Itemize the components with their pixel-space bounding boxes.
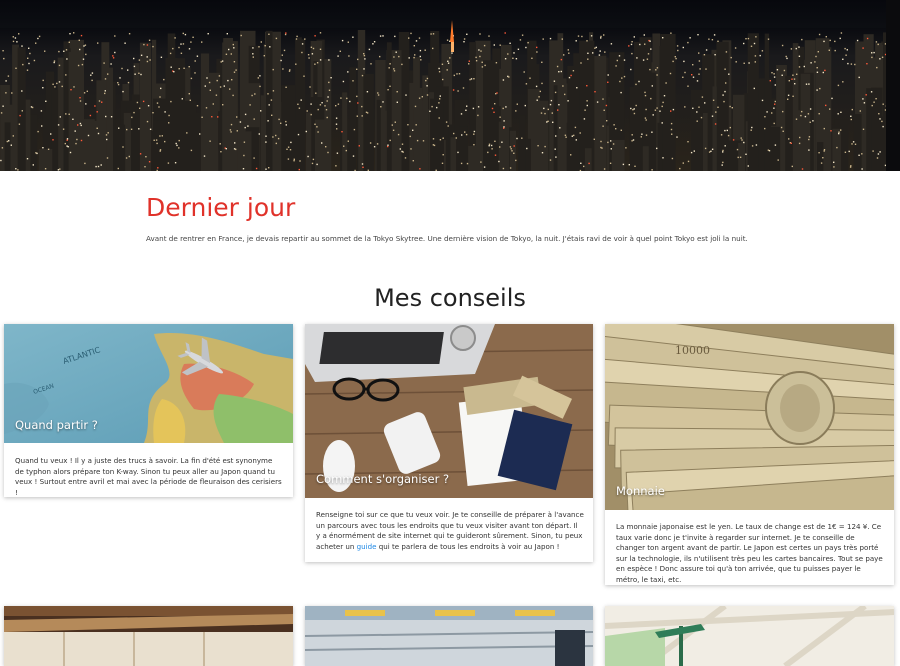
- card-metro[interactable]: [305, 606, 593, 666]
- card-caption: Quand partir ?: [15, 418, 98, 432]
- intro-title: Dernier jour: [146, 193, 296, 222]
- card-text: Quand tu veux ! Il y a juste des trucs à…: [15, 456, 282, 497]
- hero-edge: [886, 0, 900, 171]
- card-currency[interactable]: 10000 Monnaie La monnaie japonaise est l…: [605, 324, 894, 585]
- card-caption: Monnaie: [616, 484, 665, 498]
- card-text: La monnaie japonaise est le yen. Le taux…: [616, 522, 883, 584]
- card-map[interactable]: [605, 606, 894, 666]
- tokyo-night-skyline-image: [0, 20, 900, 171]
- intro-text: Avant de rentrer en France, je devais re…: [146, 234, 748, 243]
- map-signpost-image: [605, 606, 894, 666]
- card-caption: Comment s'organiser ?: [316, 472, 450, 486]
- card-text: Renseigne toi sur ce que tu veux voir. J…: [316, 510, 584, 551]
- card-organize[interactable]: Comment s'organiser ? Renseigne toi sur …: [305, 324, 593, 562]
- ryokan-room-image: [4, 606, 293, 666]
- section-title: Mes conseils: [374, 284, 526, 312]
- metro-train-image: [305, 606, 593, 666]
- yen-banknotes-image: 10000: [605, 324, 894, 510]
- card-when-to-go[interactable]: ATLANTIC OCEAN Quand partir ? Quand tu v…: [4, 324, 293, 497]
- svg-text:10000: 10000: [675, 344, 710, 357]
- hero-banner: [0, 0, 900, 171]
- guide-link[interactable]: guide: [357, 542, 377, 551]
- card-ryokan[interactable]: [4, 606, 293, 666]
